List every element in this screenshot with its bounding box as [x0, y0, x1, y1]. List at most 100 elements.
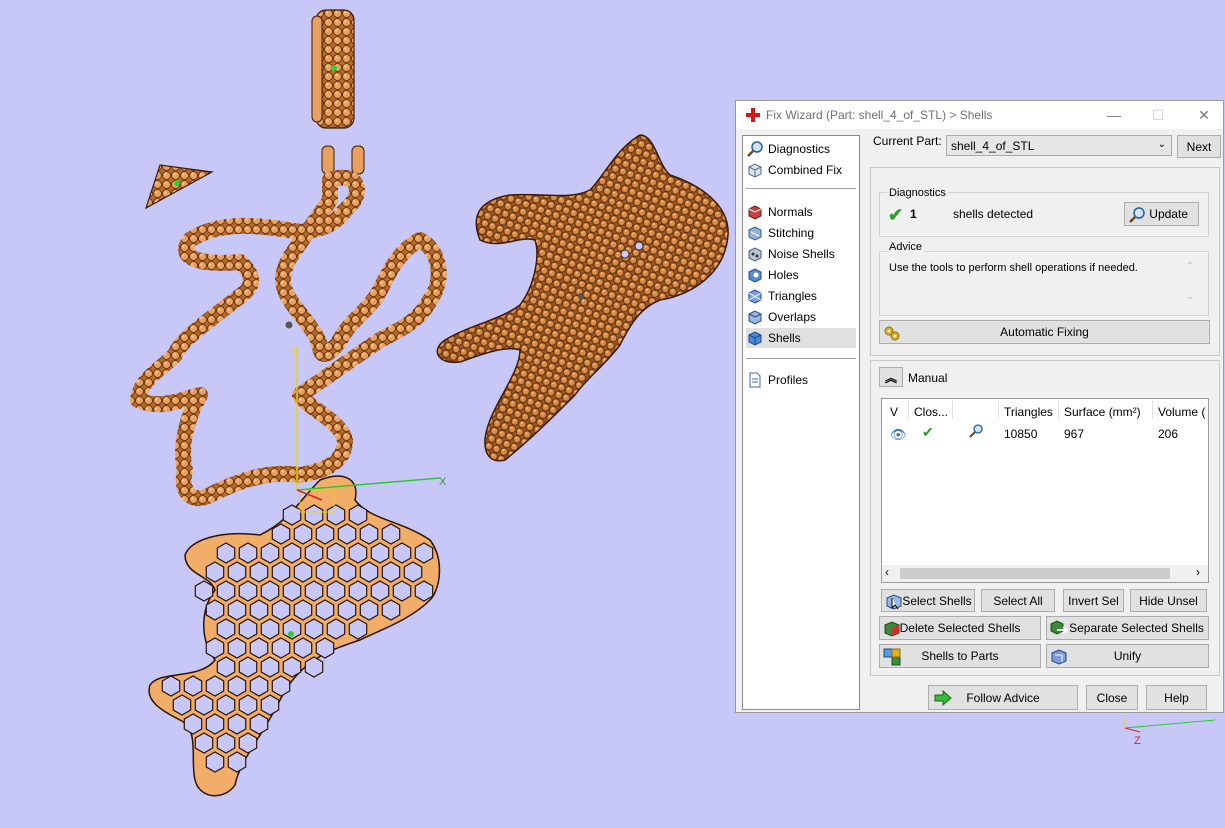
magnifier-icon: [1129, 207, 1145, 223]
invert-sel-button[interactable]: Invert Sel: [1063, 589, 1124, 612]
bail-ring-model[interactable]: [311, 9, 355, 129]
column-header-closed[interactable]: Clos...: [914, 405, 948, 419]
honeycomb-hole: [293, 561, 313, 583]
eye-icon[interactable]: 👁: [890, 427, 907, 443]
noise-shells-icon: [748, 247, 762, 262]
honeycomb-hole: [271, 523, 291, 545]
help-button[interactable]: Help: [1146, 685, 1207, 710]
normals-icon: [748, 205, 762, 220]
nav-item-normals[interactable]: Normals: [746, 202, 856, 222]
nav-item-overlaps[interactable]: Overlaps: [746, 307, 856, 327]
nav-item-noise-shells[interactable]: Noise Shells: [746, 244, 856, 264]
shells-table[interactable]: V Clos... Triangles Surface (mm²) Volume…: [881, 398, 1209, 583]
nav-item-diagnostics[interactable]: Diagnostics: [746, 139, 856, 159]
collapse-button[interactable]: ︽: [879, 367, 903, 387]
shell-count: 1: [910, 207, 917, 221]
column-header-triangles[interactable]: Triangles: [1004, 405, 1053, 419]
current-part-label: Current Part:: [873, 134, 942, 148]
close-window-button[interactable]: ✕: [1194, 105, 1214, 125]
advice-text: Use the tools to perform shell operation…: [889, 262, 1138, 274]
honeycomb-hole: [293, 523, 313, 545]
honeycomb-hole: [348, 542, 368, 564]
manual-title: Manual: [908, 371, 948, 385]
honeycomb-pendant-model[interactable]: [148, 475, 441, 797]
honeycomb-hole: [392, 580, 412, 602]
honeycomb-hole: [227, 675, 247, 697]
column-header-visible[interactable]: V: [890, 405, 898, 419]
current-part-select[interactable]: shell_4_of_STL ⌄: [946, 135, 1172, 156]
check-icon: ✔: [888, 205, 904, 225]
dialog-titlebar[interactable]: Fix Wizard (Part: shell_4_of_STL) > Shel…: [736, 101, 1223, 129]
nav-item-stitching[interactable]: Stitching: [746, 223, 856, 243]
shells-to-parts-icon: [883, 648, 901, 666]
unify-icon: [1051, 649, 1067, 665]
unify-button[interactable]: Unify: [1046, 644, 1209, 668]
separate-selected-shells-button[interactable]: Separate Selected Shells: [1046, 616, 1209, 640]
stitching-icon: [748, 226, 762, 241]
dialog-title: Fix Wizard (Part: shell_4_of_STL) > Shel…: [766, 108, 993, 122]
next-button[interactable]: Next: [1177, 135, 1221, 158]
honeycomb-hole: [271, 637, 291, 659]
hide-unsel-button[interactable]: Hide Unsel: [1130, 589, 1207, 612]
maximize-button[interactable]: ☐: [1148, 105, 1168, 125]
horizontal-scrollbar[interactable]: ‹ ›: [882, 565, 1208, 582]
scrollbar-thumb[interactable]: [900, 568, 1170, 579]
diagnostics-title: Diagnostics: [887, 187, 948, 199]
honeycomb-hole: [271, 599, 291, 621]
scroll-left-icon[interactable]: ‹: [885, 565, 889, 579]
automatic-fixing-button[interactable]: Automatic Fixing: [879, 320, 1210, 344]
update-button[interactable]: Update: [1124, 202, 1199, 226]
honeycomb-hole: [161, 675, 181, 697]
honeycomb-hole: [183, 675, 203, 697]
honeycomb-hole: [260, 618, 280, 640]
minimize-button[interactable]: —: [1104, 105, 1124, 125]
surface-value: 967: [1064, 427, 1085, 441]
nav-item-profiles[interactable]: Profiles: [746, 370, 856, 390]
honeycomb-hole: [227, 561, 247, 583]
triangles-value: 10850: [1004, 427, 1038, 441]
honeycomb-hole: [315, 637, 335, 659]
honeycomb-hole: [271, 561, 291, 583]
honeycomb-hole: [304, 504, 324, 526]
nav-item-triangles[interactable]: Triangles: [746, 286, 856, 306]
arrow-right-icon: [934, 689, 952, 707]
magnifier-icon[interactable]: [968, 423, 984, 439]
document-icon: [749, 372, 761, 388]
nav-item-holes[interactable]: Holes: [746, 265, 856, 285]
close-button[interactable]: Close: [1086, 685, 1138, 710]
honeycomb-hole: [370, 542, 390, 564]
honeycomb-hole: [260, 694, 280, 716]
honeycomb-hole: [194, 580, 214, 602]
scroll-up-icon[interactable]: ⌃: [1186, 261, 1194, 272]
select-shells-button[interactable]: Select Shells: [881, 589, 975, 612]
outline-pendant-model[interactable]: [130, 169, 447, 507]
honeycomb-hole: [293, 637, 313, 659]
honeycomb-hole: [194, 694, 214, 716]
column-header-volume[interactable]: Volume (: [1158, 405, 1205, 419]
honeycomb-hole: [216, 694, 236, 716]
small-triangle-model[interactable]: [144, 164, 214, 210]
honeycomb-hole: [414, 580, 434, 602]
honeycomb-hole: [282, 504, 302, 526]
column-header-surface[interactable]: Surface (mm²): [1064, 405, 1141, 419]
nav-item-shells[interactable]: Shells: [746, 328, 856, 348]
select-all-button[interactable]: Select All: [981, 589, 1055, 612]
follow-advice-button[interactable]: Follow Advice: [928, 685, 1078, 710]
nav-item-combined-fix[interactable]: Combined Fix: [746, 160, 856, 180]
delete-selected-shells-button[interactable]: Delete Selected Shells: [879, 616, 1041, 640]
honeycomb-hole: [238, 694, 258, 716]
honeycomb-hole: [315, 561, 335, 583]
scroll-down-icon[interactable]: ⌄: [1186, 291, 1194, 302]
solid-bird-model[interactable]: [436, 134, 729, 462]
wizard-nav: Diagnostics Combined Fix Normals Stitchi…: [742, 135, 860, 710]
honeycomb-hole: [326, 618, 346, 640]
honeycomb-hole: [249, 675, 269, 697]
red-cross-icon: [746, 108, 760, 122]
shells-to-parts-button[interactable]: Shells to Parts: [879, 644, 1041, 668]
honeycomb-hole: [216, 542, 236, 564]
scroll-right-icon[interactable]: ›: [1196, 565, 1200, 579]
honeycomb-hole: [326, 580, 346, 602]
honeycomb-hole: [348, 618, 368, 640]
honeycomb-hole: [227, 599, 247, 621]
shells-icon: [748, 331, 762, 346]
